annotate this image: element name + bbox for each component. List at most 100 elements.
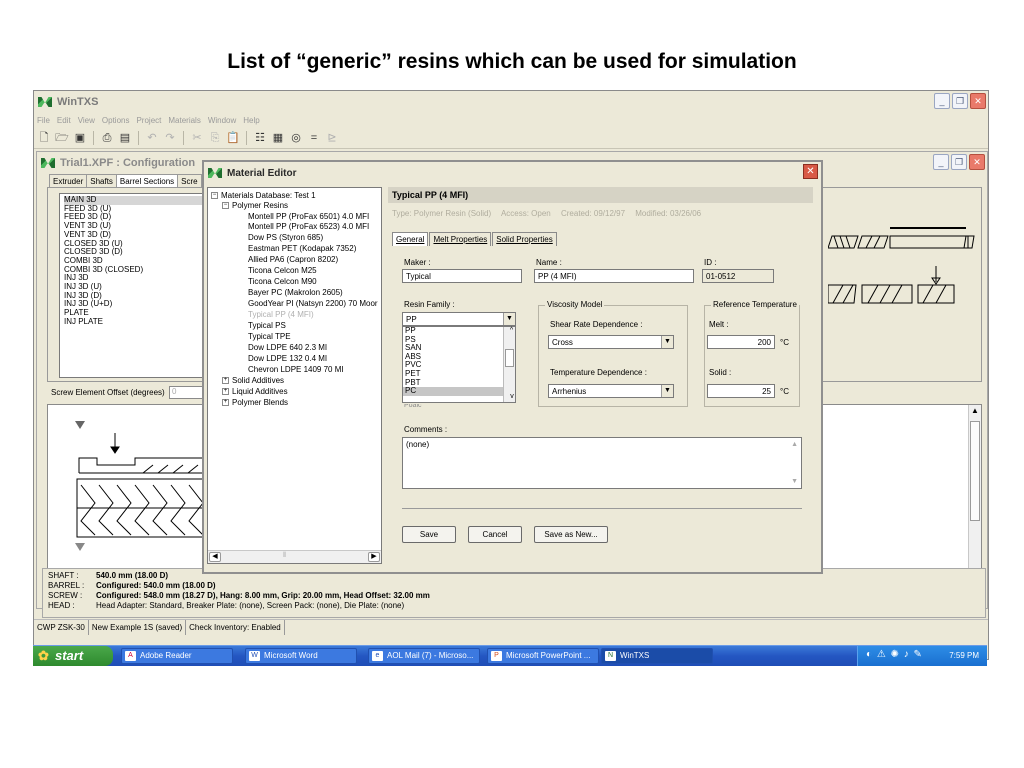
- task-aol-mail[interactable]: e AOL Mail (7) - Microso...: [368, 648, 480, 664]
- print-icon[interactable]: ⎙: [100, 131, 114, 145]
- menu-project[interactable]: Project: [136, 116, 161, 125]
- tab-extruder[interactable]: Extruder: [49, 174, 88, 188]
- option-item[interactable]: PP: [403, 326, 515, 336]
- cut-icon[interactable]: ✂: [190, 131, 204, 145]
- tree-polymer-blends[interactable]: + Polymer Blends: [222, 398, 288, 407]
- app-titlebar[interactable]: WinTXS _ ❐ ✕: [34, 91, 988, 113]
- scroll-down-icon[interactable]: ▼: [791, 478, 798, 485]
- equals-icon[interactable]: =: [307, 131, 321, 145]
- tree-item[interactable]: Allied PA6 (Capron 8202): [248, 255, 338, 264]
- menu-help[interactable]: Help: [243, 116, 259, 125]
- expand-icon[interactable]: +: [222, 388, 229, 396]
- tree-item[interactable]: Dow LDPE 640 2.3 MI: [248, 343, 327, 352]
- resin-family-dropdown[interactable]: PP PS SAN ABS PVC PET PBT PC ^ v: [402, 326, 516, 403]
- tree-item[interactable]: Bayer PC (Makrolon 2605): [248, 288, 343, 297]
- task-wintxs[interactable]: N WinTXS: [601, 648, 713, 664]
- graph-icon[interactable]: ⊵: [325, 131, 339, 145]
- new-file-icon[interactable]: 🗋: [37, 131, 51, 145]
- expand-icon[interactable]: +: [222, 399, 229, 407]
- tree-item[interactable]: Eastman PET (Kodapak 7352): [248, 244, 356, 253]
- tree-item[interactable]: Typical PS: [248, 321, 286, 330]
- clock[interactable]: 7:59 PM: [949, 651, 979, 660]
- configuration-icon[interactable]: ☷: [253, 131, 267, 145]
- open-folder-icon[interactable]: 🗁: [55, 131, 69, 145]
- maker-field[interactable]: Typical: [402, 269, 522, 283]
- save-as-new-button[interactable]: Save as New...: [534, 526, 608, 543]
- dropdown-arrow-icon[interactable]: ▼: [661, 336, 673, 348]
- tray-icons[interactable]: ◐ ⚠ ✺ ♪ ✎: [866, 649, 923, 660]
- undo-icon[interactable]: ↶: [145, 131, 159, 145]
- tree-item[interactable]: GoodYear PI (Natsyn 2200) 70 Moor: [248, 299, 378, 308]
- menu-file[interactable]: File: [37, 116, 50, 125]
- menu-options[interactable]: Options: [102, 116, 130, 125]
- solid-temperature-field[interactable]: 25: [707, 384, 775, 398]
- tree-item[interactable]: Chevron LDPE 1409 70 MI: [248, 365, 344, 374]
- tab-general[interactable]: General: [392, 232, 429, 246]
- tree-item-selected[interactable]: Typical PP (4 MFI): [248, 310, 314, 319]
- task-microsoft-word[interactable]: W Microsoft Word: [245, 648, 357, 664]
- scrollbar-thumb[interactable]: [505, 349, 514, 367]
- tree-item[interactable]: Typical TPE: [248, 332, 291, 341]
- save-button[interactable]: Save: [402, 526, 456, 543]
- task-adobe-reader[interactable]: A Adobe Reader: [121, 648, 233, 664]
- copy-icon[interactable]: ⎘: [208, 131, 222, 145]
- start-button[interactable]: start: [33, 646, 113, 666]
- collapse-icon[interactable]: −: [222, 202, 229, 210]
- tree-item[interactable]: Montell PP (ProFax 6501) 4.0 MFI: [248, 212, 369, 221]
- list-item[interactable]: INJ PLATE: [64, 317, 224, 327]
- restore-icon[interactable]: ❐: [951, 154, 967, 170]
- dropdown-scrollbar[interactable]: ^ v: [503, 327, 515, 402]
- redo-icon[interactable]: ↷: [163, 131, 177, 145]
- melt-temperature-field[interactable]: 200: [707, 335, 775, 349]
- resin-family-select[interactable]: PP ▼: [402, 312, 516, 326]
- materials-icon[interactable]: ▦: [271, 131, 285, 145]
- tree-item[interactable]: Montell PP (ProFax 6523) 4.0 MFI: [248, 222, 369, 231]
- tab-solid-properties[interactable]: Solid Properties: [492, 232, 557, 246]
- scroll-up-icon[interactable]: ▲: [791, 441, 798, 448]
- menu-materials[interactable]: Materials: [168, 116, 200, 125]
- collapse-icon[interactable]: −: [211, 192, 218, 200]
- tab-shafts[interactable]: Shafts: [86, 174, 117, 188]
- comments-textarea[interactable]: (none) ▲ ▼: [402, 437, 802, 489]
- scroll-up-icon[interactable]: ▲: [970, 405, 980, 417]
- minimize-icon[interactable]: _: [933, 154, 949, 170]
- simulate-icon[interactable]: ◎: [289, 131, 303, 145]
- close-icon[interactable]: ✕: [969, 154, 985, 170]
- restore-icon[interactable]: ❐: [952, 93, 968, 109]
- dropdown-arrow-icon[interactable]: ▼: [661, 385, 673, 397]
- option-item[interactable]: PBT: [403, 378, 515, 388]
- tree-item[interactable]: Dow PS (Styron 685): [248, 233, 323, 242]
- scrollbar-thumb[interactable]: [970, 421, 980, 521]
- print-preview-icon[interactable]: ▤: [118, 131, 132, 145]
- tab-melt-properties[interactable]: Melt Properties: [429, 232, 492, 246]
- dialog-titlebar[interactable]: Material Editor: [204, 162, 821, 184]
- menu-view[interactable]: View: [78, 116, 95, 125]
- materials-tree[interactable]: − Materials Database: Test 1 − Polymer Res…: [207, 187, 382, 564]
- tree-item[interactable]: Ticona Celcon M90: [248, 277, 317, 286]
- name-field[interactable]: PP (4 MFI): [534, 269, 694, 283]
- tree-horizontal-scrollbar[interactable]: ◀ ⦀ ▶: [208, 550, 381, 563]
- scroll-down-icon[interactable]: v: [506, 393, 516, 402]
- scrollbar-grip[interactable]: ⦀: [283, 552, 286, 560]
- tree-root[interactable]: − Materials Database: Test 1: [211, 191, 316, 200]
- scroll-left-icon[interactable]: ◀: [209, 552, 221, 562]
- tree-polymer-resins[interactable]: − Polymer Resins: [222, 201, 288, 210]
- tree-solid-additives[interactable]: + Solid Additives: [222, 376, 284, 385]
- tree-item[interactable]: Ticona Celcon M25: [248, 266, 317, 275]
- tab-barrel-sections[interactable]: Barrel Sections: [115, 174, 179, 188]
- scroll-right-icon[interactable]: ▶: [368, 552, 380, 562]
- menu-window[interactable]: Window: [208, 116, 236, 125]
- shear-rate-select[interactable]: Cross ▼: [548, 335, 674, 349]
- tree-liquid-additives[interactable]: + Liquid Additives: [222, 387, 288, 396]
- minimize-icon[interactable]: _: [934, 93, 950, 109]
- close-icon[interactable]: ✕: [970, 93, 986, 109]
- cancel-button[interactable]: Cancel: [468, 526, 522, 543]
- task-powerpoint[interactable]: P Microsoft PowerPoint ...: [487, 648, 599, 664]
- save-disk-icon[interactable]: ▣: [73, 131, 87, 145]
- option-item-highlighted[interactable]: PC: [403, 387, 515, 396]
- tree-item[interactable]: Dow LDPE 132 0.4 MI: [248, 354, 327, 363]
- temperature-dependence-select[interactable]: Arrhenius ▼: [548, 384, 674, 398]
- paste-icon[interactable]: 📋: [226, 131, 240, 145]
- dropdown-arrow-icon[interactable]: ▼: [503, 313, 515, 325]
- scroll-up-icon[interactable]: ^: [506, 327, 515, 336]
